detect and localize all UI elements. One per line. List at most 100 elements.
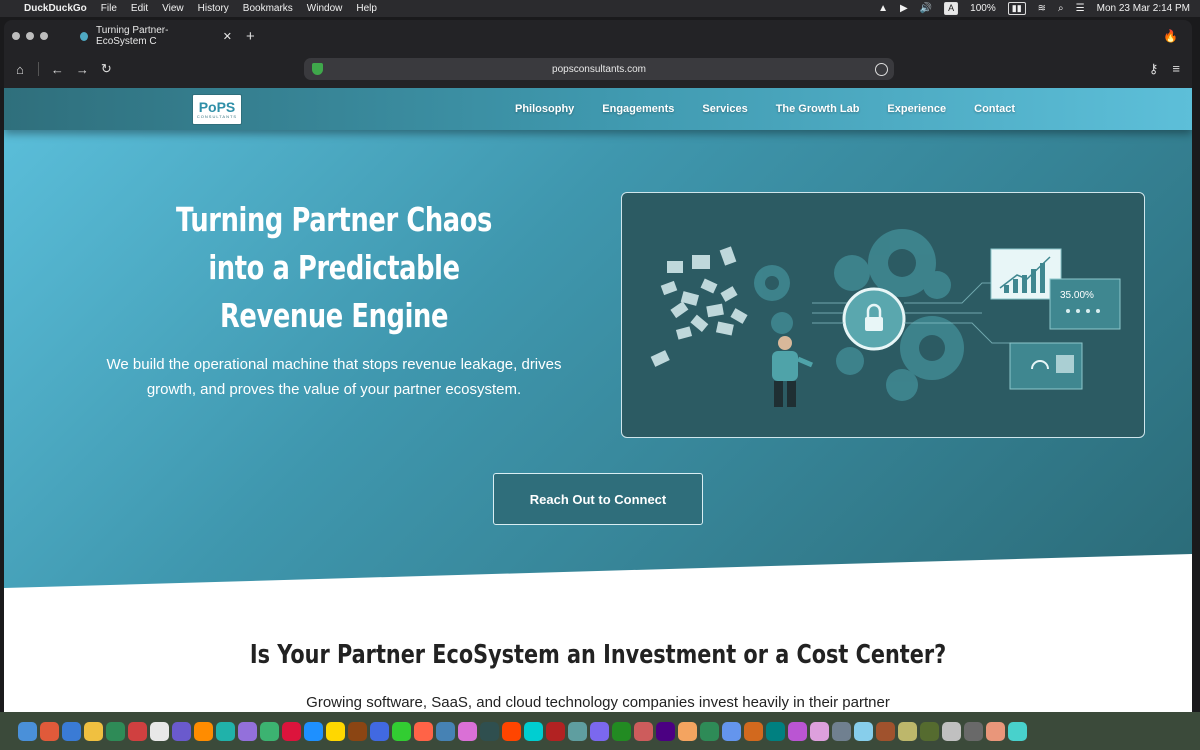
dock-app-icon[interactable] xyxy=(722,721,741,741)
nav-growth-lab[interactable]: The Growth Lab xyxy=(776,103,860,115)
minimize-window-button[interactable] xyxy=(26,32,34,40)
reload-button[interactable]: ↻ xyxy=(101,61,112,77)
close-tab-icon[interactable]: ✕ xyxy=(223,30,232,43)
dock-app-icon[interactable] xyxy=(810,721,829,741)
zoom-window-button[interactable] xyxy=(40,32,48,40)
battery-percent[interactable]: 100% xyxy=(970,3,996,14)
nav-philosophy[interactable]: Philosophy xyxy=(515,103,574,115)
menu-window[interactable]: Window xyxy=(307,3,343,14)
dock-app-icon[interactable] xyxy=(876,721,895,741)
dock-app-icon[interactable] xyxy=(392,721,411,741)
dock-app-icon[interactable] xyxy=(370,721,389,741)
tab-bar: Turning Partner-EcoSystem C ✕ + 🔥 xyxy=(4,20,1192,52)
nav-services[interactable]: Services xyxy=(702,103,747,115)
menu-edit[interactable]: Edit xyxy=(131,3,148,14)
dock-app-icon[interactable] xyxy=(40,721,59,741)
passwords-key-icon[interactable]: ⚷ xyxy=(1149,61,1159,77)
dock-app-icon[interactable] xyxy=(260,721,279,741)
dock-app-icon[interactable] xyxy=(612,721,631,741)
back-button[interactable]: ← xyxy=(51,62,64,77)
dock-app-icon[interactable] xyxy=(590,721,609,741)
share-icon[interactable] xyxy=(875,62,888,76)
dock-app-icon[interactable] xyxy=(172,721,191,741)
volume-icon[interactable]: 🔊 xyxy=(920,3,932,14)
dock-app-icon[interactable] xyxy=(546,721,565,741)
dock-app-icon[interactable] xyxy=(194,721,213,741)
page-viewport: PoPS CONSULTANTS Philosophy Engagements … xyxy=(4,88,1192,712)
dock-app-icon[interactable] xyxy=(920,721,939,741)
dock-app-icon[interactable] xyxy=(898,721,917,741)
dock-app-icon[interactable] xyxy=(1008,721,1027,741)
site-logo[interactable]: PoPS CONSULTANTS xyxy=(192,94,242,125)
menu-history[interactable]: History xyxy=(198,3,229,14)
browser-toolbar: ⌂ ← → ↻ popsconsultants.com ⚷ ≡ xyxy=(4,52,1192,86)
privacy-shield-icon[interactable] xyxy=(312,63,323,75)
toolbar-divider xyxy=(37,62,39,76)
dock-app-icon[interactable] xyxy=(238,721,257,741)
dock-app-icon[interactable] xyxy=(964,721,983,741)
menu-view[interactable]: View xyxy=(162,3,184,14)
menubar-status: ▲ ▶ 🔊 A 100% ▮▮ ≋ ⌕ ☰ Mon 23 Mar 2:14 PM xyxy=(878,2,1190,15)
dock-app-icon[interactable] xyxy=(832,721,851,741)
browser-tab[interactable]: Turning Partner-EcoSystem C ✕ xyxy=(72,24,240,48)
keyboard-input-indicator[interactable]: A xyxy=(944,2,959,15)
nav-engagements[interactable]: Engagements xyxy=(602,103,674,115)
nav-contact[interactable]: Contact xyxy=(974,103,1015,115)
menubar-clock[interactable]: Mon 23 Mar 2:14 PM xyxy=(1097,3,1190,14)
dock-app-icon[interactable] xyxy=(568,721,587,741)
dock-app-icon[interactable] xyxy=(282,721,301,741)
dock-app-icon[interactable] xyxy=(766,721,785,741)
nav-experience[interactable]: Experience xyxy=(887,103,946,115)
dock-app-icon[interactable] xyxy=(326,721,345,741)
dock-app-icon[interactable] xyxy=(656,721,675,741)
new-tab-button[interactable]: + xyxy=(246,28,255,45)
dock-app-icon[interactable] xyxy=(128,721,147,741)
close-window-button[interactable] xyxy=(12,32,20,40)
dock-app-icon[interactable] xyxy=(150,721,169,741)
dock-app-icon[interactable] xyxy=(304,721,323,741)
fire-button-icon[interactable]: 🔥 xyxy=(1163,29,1178,43)
dock-app-icon[interactable] xyxy=(942,721,961,741)
dock-app-icon[interactable] xyxy=(18,721,37,741)
dock-app-icon[interactable] xyxy=(700,721,719,741)
dock-app-icon[interactable] xyxy=(84,721,103,741)
menu-bookmarks[interactable]: Bookmarks xyxy=(243,3,293,14)
menu-help[interactable]: Help xyxy=(356,3,377,14)
reach-out-button[interactable]: Reach Out to Connect xyxy=(493,473,703,525)
home-icon[interactable]: ⌂ xyxy=(16,62,24,77)
illustration-stat: 35.00% xyxy=(1060,290,1094,301)
gears-illustration-svg: 35.00% xyxy=(650,229,1121,407)
dock-app-icon[interactable] xyxy=(480,721,499,741)
dock-app-icon[interactable] xyxy=(524,721,543,741)
app-menu[interactable]: DuckDuckGo xyxy=(24,3,87,14)
dock-app-icon[interactable] xyxy=(744,721,763,741)
wifi-icon[interactable]: ≋ xyxy=(1038,3,1046,14)
play-icon[interactable]: ▶ xyxy=(900,3,908,14)
dock-app-icon[interactable] xyxy=(436,721,455,741)
dock-app-icon[interactable] xyxy=(62,721,81,741)
menu-file[interactable]: File xyxy=(101,3,117,14)
window-controls xyxy=(12,32,48,40)
dock-app-icon[interactable] xyxy=(678,721,697,741)
forward-button[interactable]: → xyxy=(76,62,89,77)
section-text: Growing software, SaaS, and cloud techno… xyxy=(306,694,890,711)
screen-share-icon[interactable]: ▲ xyxy=(878,3,888,14)
dock-app-icon[interactable] xyxy=(348,721,367,741)
dock-app-icon[interactable] xyxy=(106,721,125,741)
control-center-icon[interactable]: ☰ xyxy=(1076,3,1085,14)
dock-app-icon[interactable] xyxy=(216,721,235,741)
dock-app-icon[interactable] xyxy=(458,721,477,741)
dock-app-icon[interactable] xyxy=(502,721,521,741)
address-bar[interactable]: popsconsultants.com xyxy=(304,58,894,80)
dock-app-icon[interactable] xyxy=(986,721,1005,741)
hero-subtext: We build the operational machine that st… xyxy=(106,356,562,398)
address-url: popsconsultants.com xyxy=(552,63,646,75)
section-title: Is Your Partner EcoSystem an Investment … xyxy=(249,640,947,670)
tab-title: Turning Partner-EcoSystem C xyxy=(96,25,169,47)
menu-hamburger-icon[interactable]: ≡ xyxy=(1172,61,1180,77)
dock-app-icon[interactable] xyxy=(414,721,433,741)
spotlight-search-icon[interactable]: ⌕ xyxy=(1058,3,1064,14)
dock-app-icon[interactable] xyxy=(788,721,807,741)
dock-app-icon[interactable] xyxy=(854,721,873,741)
dock-app-icon[interactable] xyxy=(634,721,653,741)
